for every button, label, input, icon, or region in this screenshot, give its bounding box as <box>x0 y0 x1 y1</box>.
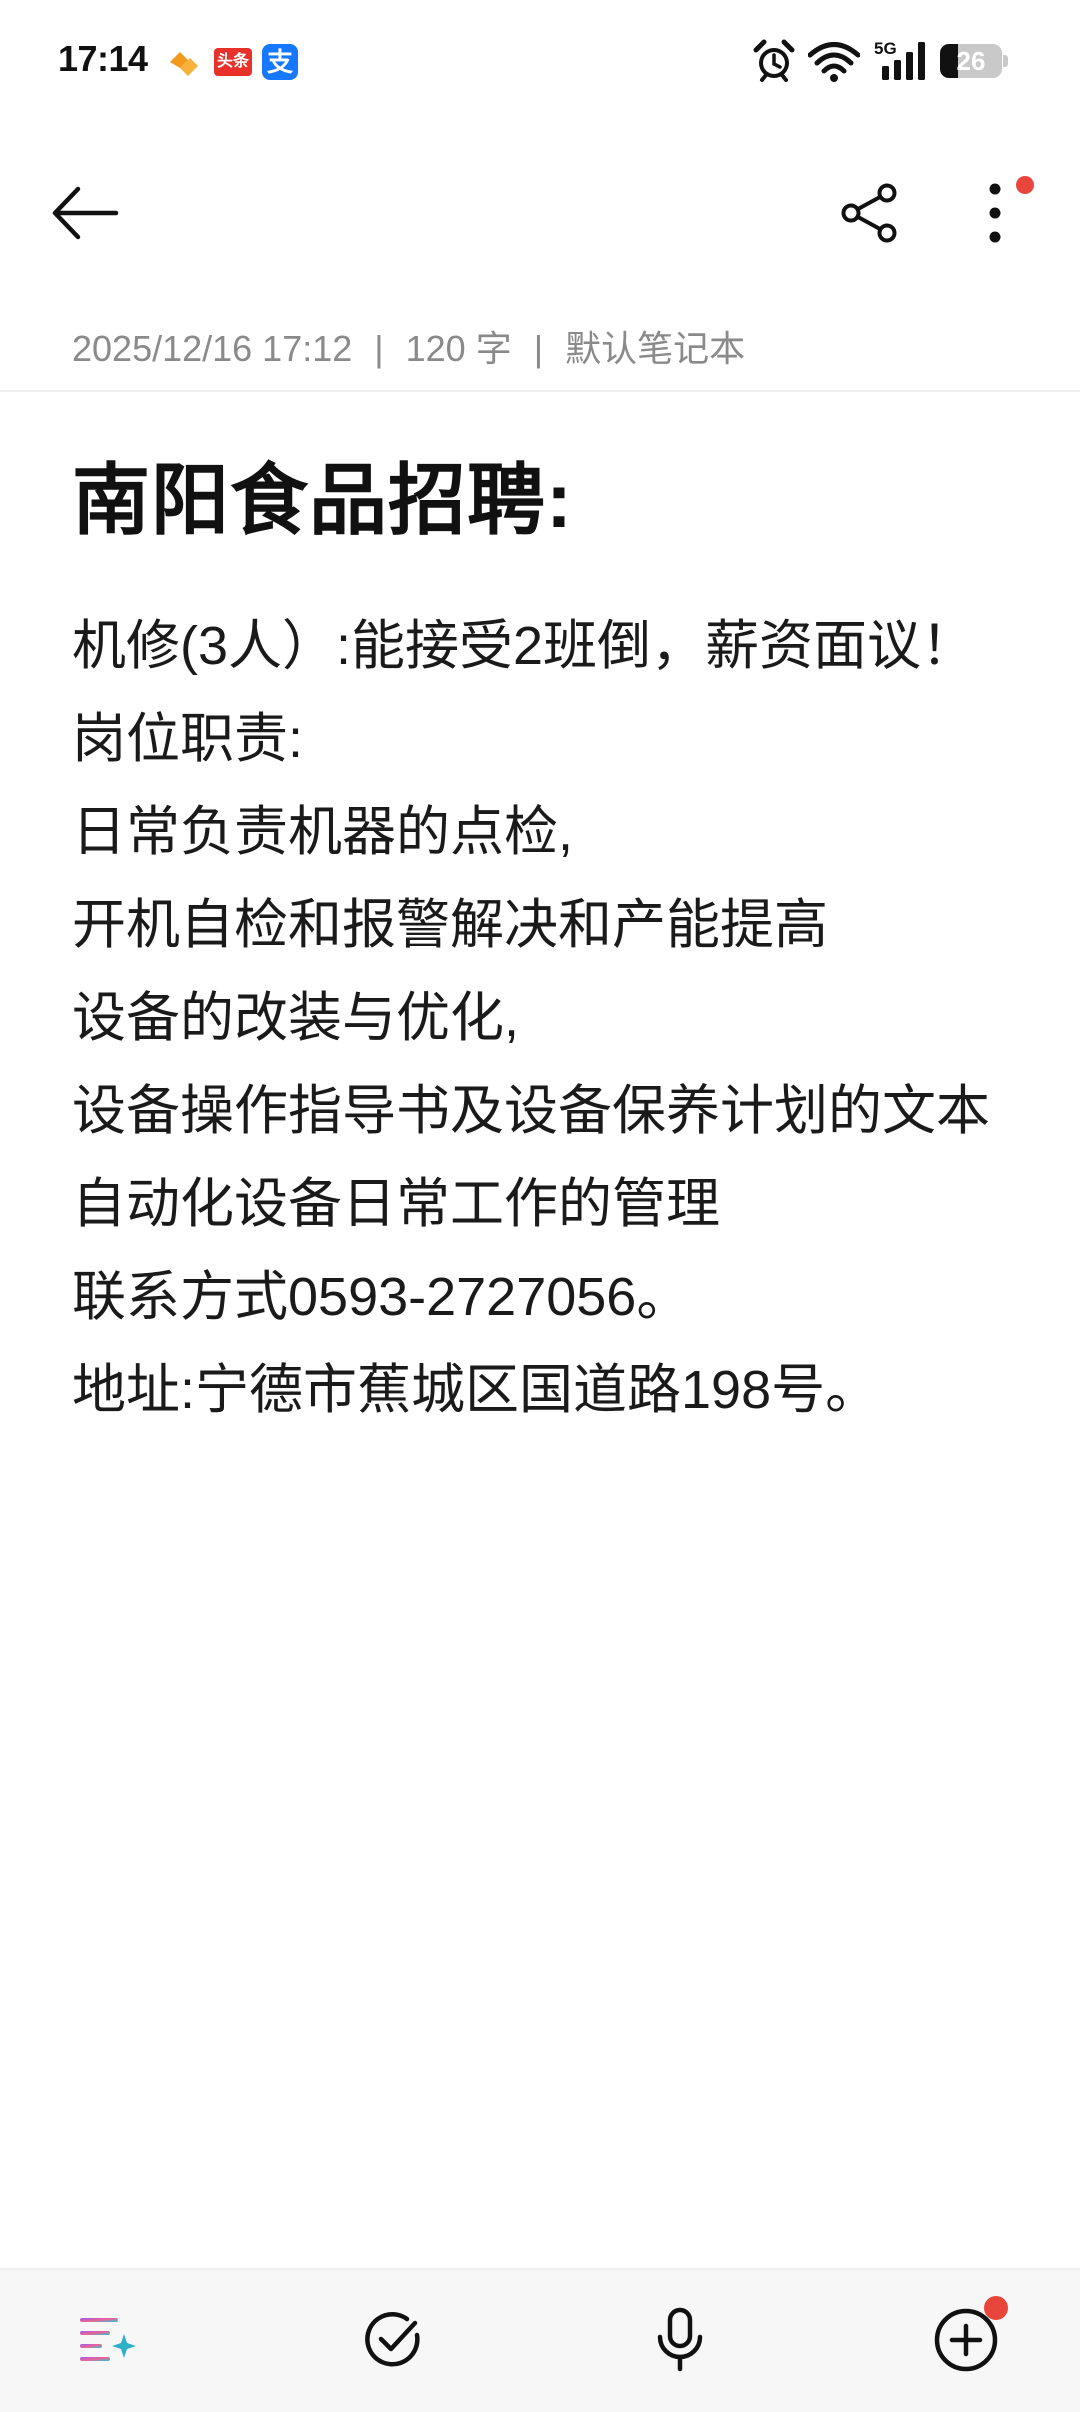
checklist-icon <box>363 2309 425 2376</box>
signal-icon: 5G <box>874 38 932 87</box>
battery-icon: 26 <box>940 44 1010 78</box>
note-line: 联系方式0593-2727056。 <box>72 1267 691 1327</box>
alipay-icon: 支 <box>262 44 298 80</box>
toutiao-icon: 头条 <box>214 48 252 76</box>
ai-format-button[interactable] <box>64 2298 152 2386</box>
checklist-button[interactable] <box>350 2298 438 2386</box>
status-time: 17:14 <box>58 38 148 79</box>
note-line: 开机自检和报警解决和产能提高 <box>72 895 828 955</box>
microphone-icon <box>652 2307 708 2378</box>
more-notification-dot <box>1016 176 1034 194</box>
share-icon <box>839 182 901 249</box>
bottom-toolbar <box>0 2268 1080 2412</box>
note-meta: 2025/12/16 17:12 | 120 字 | 默认笔记本 <box>72 320 745 372</box>
meta-divider <box>0 390 1080 392</box>
status-bar: 17:14 头条 支 5G 26 <box>0 0 1080 125</box>
more-vertical-icon <box>985 181 1005 250</box>
voice-input-button[interactable] <box>636 2298 724 2386</box>
toutiao-label: 头条 <box>216 53 249 70</box>
note-line: 日常负责机器的点检, <box>72 802 574 862</box>
note-line: 地址:宁德市蕉城区国道路198号。 <box>72 1360 880 1420</box>
alarm-icon <box>752 38 796 89</box>
add-notification-dot <box>984 2296 1008 2320</box>
note-line: 自动化设备日常工作的管理 <box>72 1174 720 1234</box>
note-line: 设备的改装与优化, <box>72 988 520 1048</box>
notes-screen: 17:14 头条 支 5G 26 2025/12/16 17:12 | 120 … <box>0 0 1080 2412</box>
meta-separator: | <box>533 328 544 369</box>
note-line: 设备操作指导书及设备保养计划的文本 <box>72 1081 990 1141</box>
add-button[interactable] <box>922 2296 1010 2386</box>
note-title[interactable]: 南阳食品招聘: <box>72 438 573 550</box>
more-options-button[interactable] <box>950 160 1040 270</box>
note-datetime: 2025/12/16 17:12 <box>72 328 353 369</box>
back-button[interactable] <box>40 160 130 270</box>
note-body[interactable]: 机修(3人）:能接受2班倒，薪资面议！ 岗位职责: 日常负责机器的点检, 开机自… <box>72 600 1032 1437</box>
back-arrow-icon <box>50 185 120 246</box>
notebook-name[interactable]: 默认笔记本 <box>565 328 745 369</box>
wifi-icon <box>807 42 861 87</box>
note-line: 岗位职责: <box>72 709 304 769</box>
share-button[interactable] <box>822 160 918 270</box>
note-word-count: 120 字 <box>405 328 512 369</box>
note-toolbar <box>0 160 1080 270</box>
meta-separator: | <box>374 328 384 369</box>
battery-level: 26 <box>956 46 986 76</box>
alipay-label: 支 <box>266 47 293 77</box>
svg-text:5G: 5G <box>874 39 897 58</box>
ai-format-icon <box>78 2312 138 2373</box>
note-line: 机修(3人）:能接受2班倒，薪资面议！ <box>72 616 976 676</box>
huawei-health-icon <box>166 44 202 80</box>
